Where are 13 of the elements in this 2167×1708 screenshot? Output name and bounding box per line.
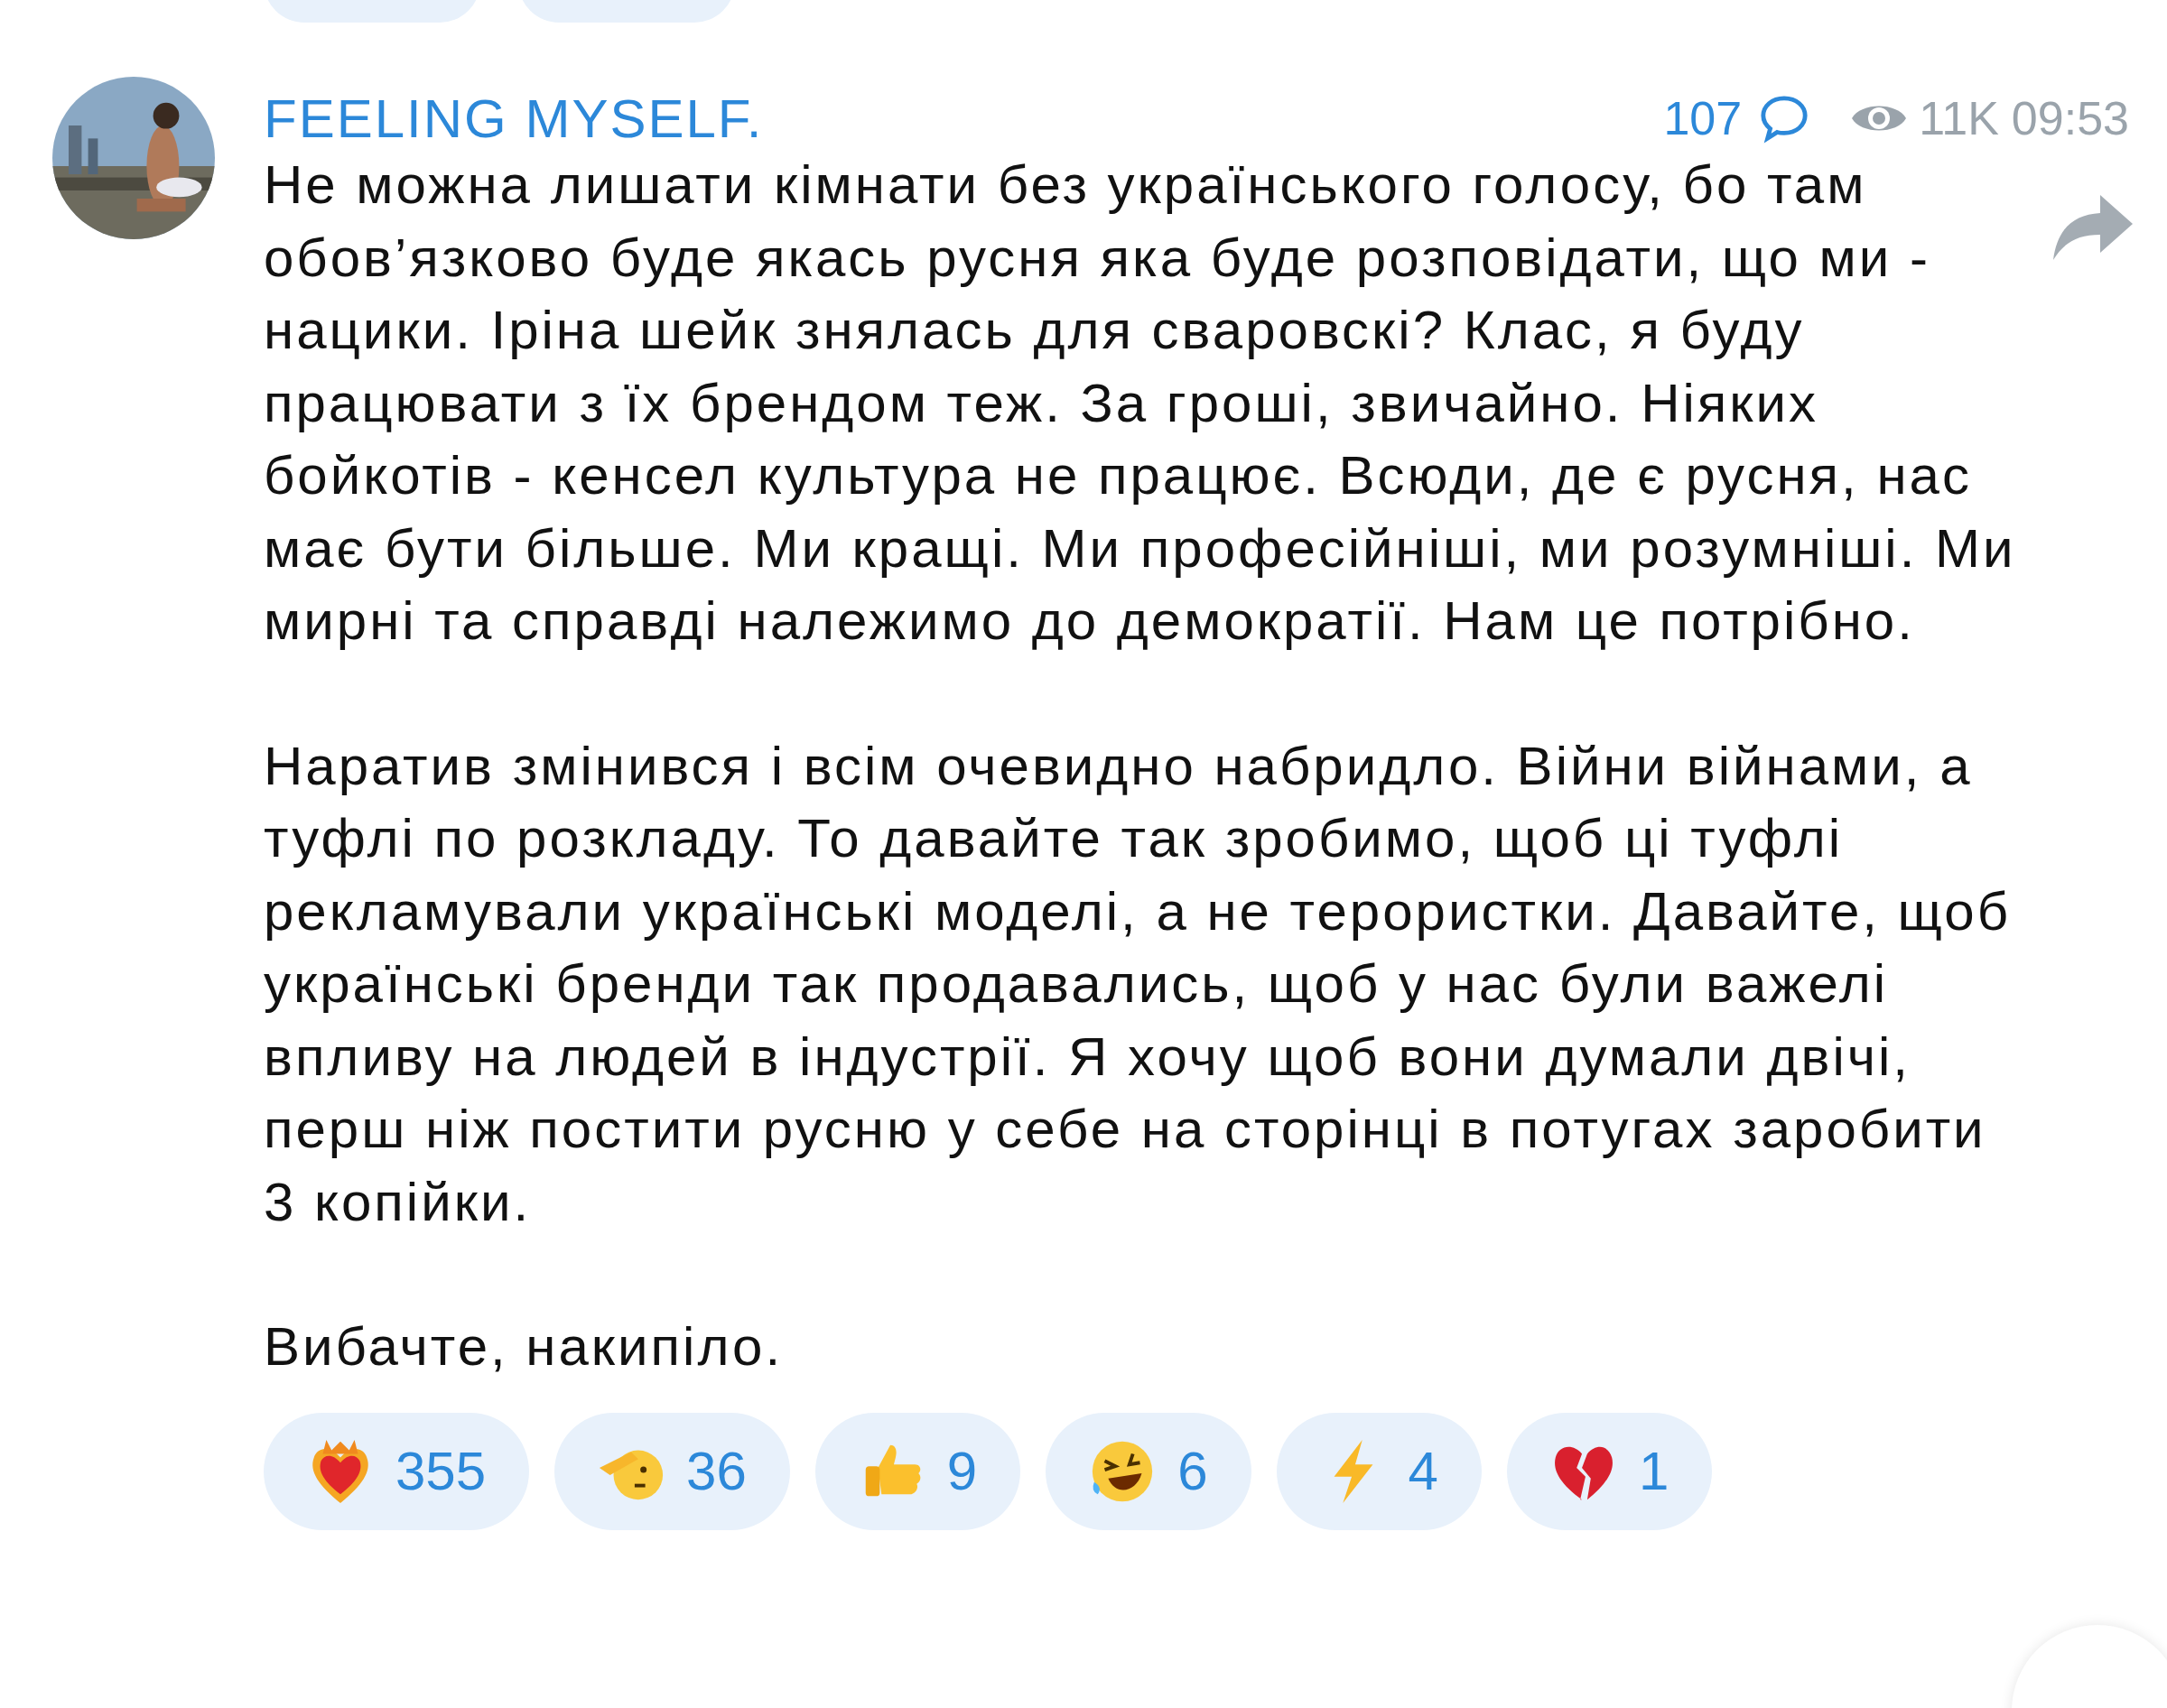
reaction-button[interactable]: 6 [1046, 1412, 1251, 1530]
message-paragraph: Вибачте, накипіло. [264, 1315, 785, 1378]
message-time: 09:53 [2011, 91, 2129, 145]
reaction-button[interactable]: 1 [1507, 1412, 1713, 1530]
comments-button[interactable]: 107 [1663, 91, 1811, 145]
message-paragraph: Наратив змінився і всім очевидно набридло. Війни війнами, а туфлі по розкладу. То давайте так зробимо, щоб ці туфлі рекламували українські моделі, а не терористки. Давайте, щоб українські бренди так продавались, щоб у нас були важелі впливу на людей в індустрії. Я хочу щоб вони думали двічі, перш ніж постити русню у себе на сторінці в потугах заробити 3 копійки. [264, 734, 2013, 1234]
author-name[interactable]: FEELING MYSELF. [264, 87, 764, 150]
reaction-button[interactable]: 36 [554, 1412, 790, 1530]
view-count: 11K [1919, 91, 1999, 145]
reaction-button[interactable]: 9 [814, 1412, 1021, 1530]
reaction-button[interactable]: 4 [1276, 1412, 1482, 1530]
message-paragraph: Не можна лишати кімнати без українського голосу, бо там обов’язково буде якась русня яка буде розповідати, що ми - нацики. Іріна шейк знялась для сваровскі? Клас, я буду працювати з їх брендом теж. За гроші, звичайно. Ніяких бойкотів - кенсел культура не працює. Всюди, де є русня, нас має бути більше. Ми кращі. Ми професійніші, ми розумніші. Ми мирні та справді належимо до демократії. Нам це потрібно. [264, 153, 2017, 653]
reaction-button[interactable]: 355 [264, 1412, 530, 1530]
